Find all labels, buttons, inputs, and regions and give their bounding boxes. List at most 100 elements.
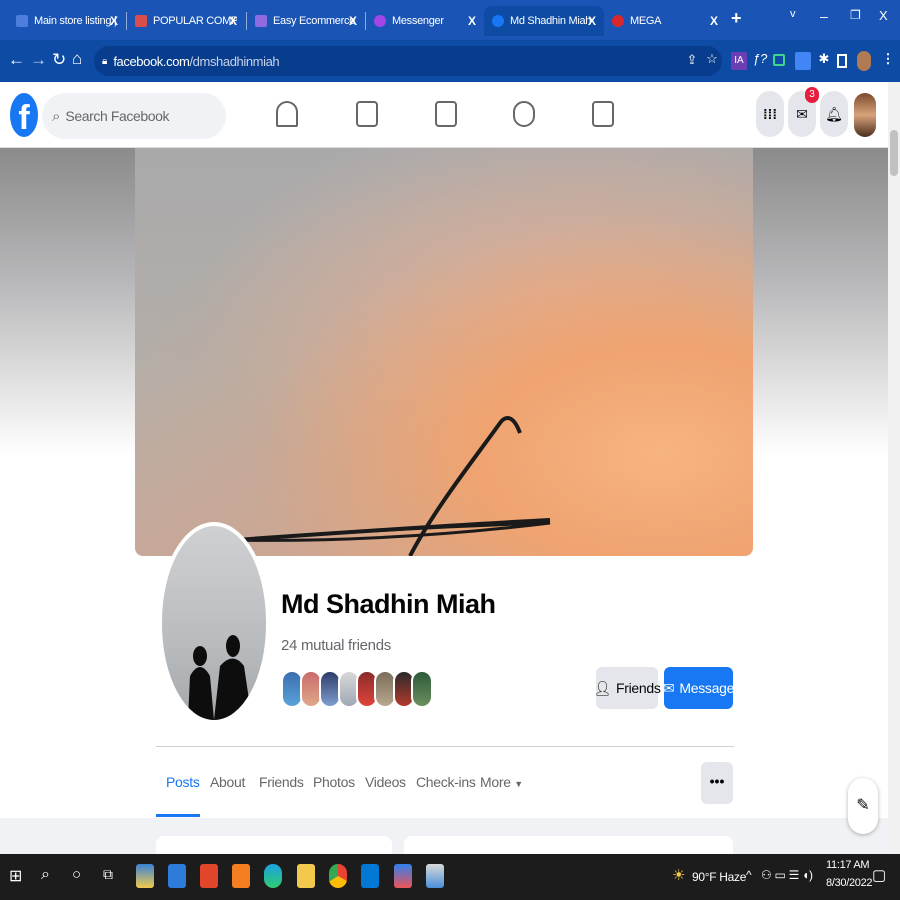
- tab-more[interactable]: More ▼: [480, 774, 523, 790]
- facebook-logo-icon[interactable]: f: [10, 93, 38, 137]
- anydesk-icon[interactable]: [394, 864, 412, 888]
- new-tab-button[interactable]: +: [731, 8, 742, 29]
- forward-icon[interactable]: →: [30, 50, 47, 70]
- task-view-icon[interactable]: ⧉: [103, 866, 113, 883]
- home-icon[interactable]: ⌂: [72, 49, 82, 69]
- restore-button[interactable]: ❐: [850, 8, 861, 22]
- xampp-icon[interactable]: [232, 864, 250, 888]
- tab-videos[interactable]: Videos: [365, 774, 406, 790]
- app-s-icon: [255, 15, 267, 27]
- marketplace-nav-icon[interactable]: [435, 101, 457, 127]
- posts-card: [404, 836, 733, 856]
- tab-posts[interactable]: Posts: [166, 774, 200, 790]
- close-tab-icon[interactable]: X: [349, 14, 357, 28]
- cover-photo[interactable]: [135, 148, 753, 556]
- url-host: facebook.com: [113, 53, 190, 69]
- minimize-button[interactable]: –: [820, 8, 828, 24]
- watch-nav-icon[interactable]: [356, 101, 378, 127]
- reload-icon[interactable]: ↻: [52, 50, 66, 70]
- scrollbar-thumb[interactable]: [890, 130, 898, 176]
- active-tab-indicator: [156, 814, 200, 817]
- tray-icons[interactable]: ⚇ ▭ ☰ ◖): [761, 868, 813, 882]
- notifications-button[interactable]: 🔔︎: [820, 91, 848, 137]
- extension-green-icon[interactable]: [773, 54, 785, 66]
- more-options-button[interactable]: •••: [701, 762, 733, 804]
- chevron-down-icon: ▼: [514, 779, 523, 789]
- clock-time[interactable]: 11:17 AM: [826, 859, 870, 871]
- office-icon[interactable]: [200, 864, 218, 888]
- profile-picture[interactable]: [158, 522, 270, 724]
- mutual-friend-avatar[interactable]: [411, 670, 433, 708]
- close-tab-icon[interactable]: X: [110, 14, 118, 28]
- browser-tab-facebook-active[interactable]: Md Shadhin Miah | Fa X: [484, 6, 604, 36]
- windows-start-icon[interactable]: ⊞: [9, 866, 22, 886]
- facebook-favicon-icon: [492, 15, 504, 27]
- close-tab-icon[interactable]: X: [588, 14, 596, 28]
- search-facebook-input[interactable]: ⌕ Search Facebook: [42, 93, 226, 139]
- message-button[interactable]: ✉ Message: [662, 667, 734, 709]
- menu-grid-button[interactable]: ⁞⁞⁞: [756, 91, 784, 137]
- close-tab-icon[interactable]: X: [229, 14, 237, 28]
- cortana-icon[interactable]: ○: [72, 866, 81, 883]
- groups-nav-icon[interactable]: [513, 101, 535, 127]
- url-path: /dmshadhinmiah: [189, 53, 280, 69]
- tab-check-ins[interactable]: Check-ins: [416, 774, 476, 790]
- tray-chevron-icon[interactable]: ^: [746, 868, 752, 882]
- lock-icon: 🔒︎: [102, 55, 108, 67]
- share-icon[interactable]: ⇪: [684, 52, 700, 70]
- side-panel-icon[interactable]: [837, 54, 847, 68]
- weather-icon: ☀: [672, 867, 686, 884]
- notification-center-icon[interactable]: ▢: [872, 866, 886, 884]
- weather-text[interactable]: 90°F Haze: [692, 870, 746, 884]
- chrome-profile-avatar[interactable]: [857, 51, 871, 71]
- back-icon[interactable]: ←: [8, 50, 25, 70]
- extension-ia-icon[interactable]: IA: [731, 52, 747, 70]
- paint-icon[interactable]: [426, 864, 444, 888]
- clock-date[interactable]: 8/30/2022: [826, 877, 873, 889]
- file-explorer-icon[interactable]: [297, 864, 315, 888]
- store-icon[interactable]: [136, 864, 154, 888]
- browser-tab-messenger[interactable]: Messenger X: [366, 6, 484, 36]
- tab-search-button[interactable]: v: [790, 8, 796, 20]
- messenger-icon: ✉: [796, 105, 808, 122]
- close-window-button[interactable]: X: [879, 8, 888, 23]
- chrome-icon[interactable]: [329, 864, 347, 888]
- bell-icon: 🔔︎: [825, 105, 843, 122]
- google-translate-icon[interactable]: [795, 52, 811, 70]
- mutual-friends-link[interactable]: 24 mutual friends: [281, 637, 391, 654]
- intro-card: [156, 836, 392, 856]
- cover-photo-scribble: [214, 416, 551, 556]
- profile-divider: [156, 746, 734, 747]
- browser-tab-popular-computer[interactable]: POPULAR COMPUTER X: [127, 6, 245, 36]
- messenger-badge: 3: [805, 87, 819, 103]
- search-placeholder: Search Facebook: [65, 108, 170, 124]
- friend-person-icon: 👤︎: [593, 679, 611, 696]
- edge-icon[interactable]: [264, 864, 282, 888]
- browser-tab-main-store[interactable]: Main store listing | PC X: [8, 6, 126, 36]
- bookmark-star-icon[interactable]: ☆: [704, 51, 720, 69]
- close-tab-icon[interactable]: X: [468, 14, 476, 28]
- browser-tab-mega[interactable]: MEGA X: [604, 6, 726, 36]
- tab-photos[interactable]: Photos: [313, 774, 355, 790]
- friends-button[interactable]: 👤︎ Friends: [593, 667, 661, 709]
- browser-tab-easy-ecommerce[interactable]: Easy Ecommerce Adm X: [247, 6, 365, 36]
- vscode-icon[interactable]: [361, 864, 379, 888]
- home-nav-icon[interactable]: [276, 101, 298, 127]
- address-bar[interactable]: 🔒︎ facebook.com/dmshadhinmiah: [94, 46, 722, 76]
- extensions-puzzle-icon[interactable]: ✱: [816, 51, 832, 69]
- mail-icon[interactable]: [168, 864, 186, 888]
- tab-friends[interactable]: Friends: [259, 774, 304, 790]
- gaming-nav-icon[interactable]: [592, 101, 614, 127]
- extension-fx-icon[interactable]: ƒ?: [752, 51, 768, 69]
- page-scrollbar[interactable]: [888, 82, 900, 854]
- messenger-icon: ✉: [662, 679, 675, 696]
- search-icon: ⌕: [52, 107, 61, 125]
- play-console-icon: [16, 15, 28, 27]
- tab-about[interactable]: About: [210, 774, 245, 790]
- search-icon[interactable]: ⌕: [41, 866, 50, 884]
- chrome-menu-icon[interactable]: ⋮: [880, 51, 896, 69]
- new-message-compose-icon[interactable]: ✎: [848, 778, 878, 834]
- couple-silhouette: [188, 635, 252, 720]
- account-avatar[interactable]: [854, 93, 876, 137]
- close-tab-icon[interactable]: X: [710, 14, 718, 28]
